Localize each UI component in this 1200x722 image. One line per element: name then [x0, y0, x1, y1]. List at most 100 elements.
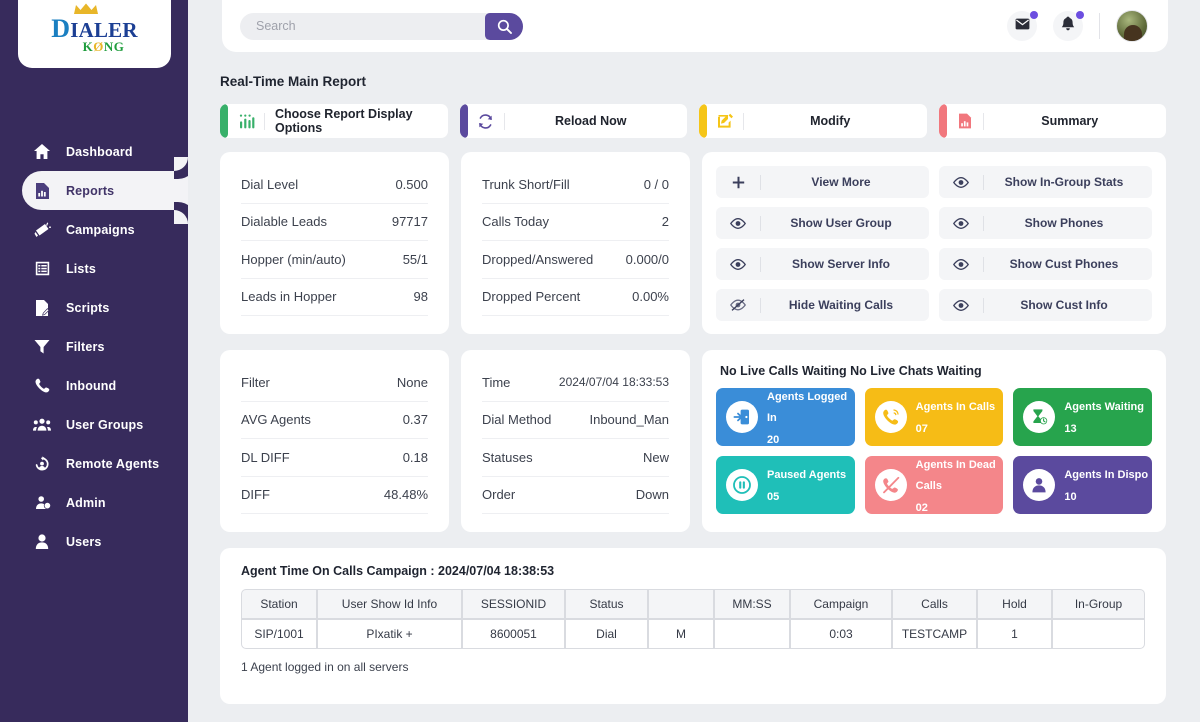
stat-value: Down	[636, 487, 669, 502]
sidebar-item-users[interactable]: Users	[0, 522, 188, 561]
agents-in-dispo-tile[interactable]: Agents In Dispo 10	[1013, 456, 1152, 514]
column-header-hold[interactable]: Hold	[977, 589, 1052, 619]
admin-gear-icon	[32, 495, 52, 511]
stat-row: DL DIFF 0.18	[241, 439, 428, 477]
accent-bar	[460, 104, 468, 138]
stats-card-time: Time 2024/07/04 18:33:53 Dial Method Inb…	[461, 350, 690, 532]
sidebar-item-campaigns[interactable]: Campaigns	[0, 210, 188, 249]
sidebar-item-label: Users	[66, 535, 102, 549]
search-icon	[497, 19, 512, 34]
modify-button[interactable]: Modify	[699, 104, 927, 138]
hourglass-clock-icon	[1023, 401, 1055, 433]
view-more-button[interactable]: View More	[716, 166, 929, 198]
kv-list: Filter None AVG Agents 0.37 DL DIFF 0.18…	[220, 350, 449, 514]
stat-value: 2024/07/04 18:33:53	[559, 375, 669, 389]
column-header-station[interactable]: Station	[241, 589, 317, 619]
stat-label: Dial Method	[482, 412, 551, 427]
sidebar-nav: Dashboard Reports Campaigns Lists Script	[0, 132, 188, 561]
stat-value: 0.37	[403, 412, 428, 427]
tile-text: Agents In Dead Calls 02	[916, 453, 1004, 518]
toggle-label: Show Cust Info	[984, 298, 1152, 312]
table-footnote: 1 Agent logged in on all servers	[220, 649, 1166, 674]
eye-icon	[939, 177, 983, 188]
column-header-blank[interactable]	[648, 589, 714, 619]
cell-in-group	[1052, 619, 1145, 649]
column-header-mmss[interactable]: MM:SS	[714, 589, 790, 619]
stats-card-calls: Trunk Short/Fill 0 / 0 Calls Today 2 Dro…	[461, 152, 690, 334]
stat-label: Dialable Leads	[241, 214, 327, 229]
sidebar-item-admin[interactable]: Admin	[0, 483, 188, 522]
messages-badge	[1030, 11, 1038, 19]
stat-value: 98	[414, 289, 428, 304]
column-header-sessionid[interactable]: SESSIONID	[462, 589, 565, 619]
agents-in-calls-tile[interactable]: Agents In Calls 07	[865, 388, 1004, 446]
table-title: Agent Time On Calls Campaign : 2024/07/0…	[220, 548, 1166, 578]
table-row[interactable]: SIP/1001 PIxatik + 8600051 Dial M 0:03 T…	[241, 619, 1145, 649]
column-header-calls[interactable]: Calls	[892, 589, 977, 619]
sidebar-item-label: Remote Agents	[66, 457, 159, 471]
sidebar-item-label: Campaigns	[66, 223, 135, 237]
sidebar-item-dashboard[interactable]: Dashboard	[0, 132, 188, 171]
tile-count: 02	[916, 502, 928, 514]
header-actions	[1007, 0, 1148, 52]
column-header-status[interactable]: Status	[565, 589, 648, 619]
sidebar-item-user-groups[interactable]: User Groups	[0, 405, 188, 444]
stat-value: 97717	[392, 214, 428, 229]
eye-icon	[939, 218, 983, 229]
brand-logo[interactable]: DIALER KØNG	[18, 0, 171, 68]
sidebar-item-reports[interactable]: Reports	[22, 171, 188, 210]
cell-hold: 1	[977, 619, 1052, 649]
agents-logged-in-tile[interactable]: Agents Logged In 20	[716, 388, 855, 446]
search-input[interactable]	[240, 14, 465, 39]
tile-text: Paused Agents 05	[767, 463, 846, 506]
stat-value: Inbound_Man	[589, 412, 669, 427]
stat-value: 0.500	[395, 177, 428, 192]
sidebar-item-label: Dashboard	[66, 145, 133, 159]
show-cust-phones-button[interactable]: Show Cust Phones	[939, 248, 1152, 280]
tile-label: Agents In Dispo	[1064, 469, 1148, 481]
cell-station: SIP/1001	[241, 619, 317, 649]
column-header-in-group[interactable]: In-Group	[1052, 589, 1145, 619]
stat-row: Dialable Leads 97717	[241, 204, 428, 242]
stat-label: Leads in Hopper	[241, 289, 336, 304]
stat-row: Filter None	[241, 364, 428, 402]
toolbar-label: Reload Now	[505, 114, 688, 128]
agents-in-dead-calls-tile[interactable]: Agents In Dead Calls 02	[865, 456, 1004, 514]
choose-report-display-options-button[interactable]: Choose Report Display Options	[220, 104, 448, 138]
stat-label: Trunk Short/Fill	[482, 177, 570, 192]
show-in-group-stats-button[interactable]: Show In-Group Stats	[939, 166, 1152, 198]
reload-now-button[interactable]: Reload Now	[460, 104, 688, 138]
notifications-button[interactable]	[1053, 11, 1083, 41]
display-toggles-grid: View More Show In-Group Stats Show User …	[702, 152, 1166, 335]
stats-card-dial: Dial Level 0.500 Dialable Leads 97717 Ho…	[220, 152, 449, 334]
accent-bar	[220, 104, 228, 138]
avatar[interactable]	[1116, 10, 1148, 42]
sidebar-item-scripts[interactable]: Scripts	[0, 288, 188, 327]
show-cust-info-button[interactable]: Show Cust Info	[939, 289, 1152, 321]
column-header-user-show-id-info[interactable]: User Show Id Info	[317, 589, 462, 619]
sidebar-item-lists[interactable]: Lists	[0, 249, 188, 288]
search-button[interactable]	[485, 13, 523, 40]
summary-button[interactable]: Summary	[939, 104, 1167, 138]
cell-blank: M	[648, 619, 714, 649]
bell-icon	[1061, 16, 1075, 36]
stat-row: Calls Today 2	[482, 204, 669, 242]
column-header-campaign[interactable]: Campaign	[790, 589, 892, 619]
hide-waiting-calls-button[interactable]: Hide Waiting Calls	[716, 289, 929, 321]
paused-agents-tile[interactable]: Paused Agents 05	[716, 456, 855, 514]
sidebar-item-inbound[interactable]: Inbound	[0, 366, 188, 405]
search-box[interactable]	[240, 13, 523, 40]
sidebar-item-filters[interactable]: Filters	[0, 327, 188, 366]
toggle-label: Show Phones	[984, 216, 1152, 230]
sidebar-item-remote-agents[interactable]: Remote Agents	[0, 444, 188, 483]
cell-calls: TESTCAMP	[892, 619, 977, 649]
show-user-group-button[interactable]: Show User Group	[716, 207, 929, 239]
stat-value: 0.00%	[632, 289, 669, 304]
show-phones-button[interactable]: Show Phones	[939, 207, 1152, 239]
messages-button[interactable]	[1007, 11, 1037, 41]
stat-label: Dial Level	[241, 177, 298, 192]
agents-waiting-tile[interactable]: Agents Waiting 13	[1013, 388, 1152, 446]
show-server-info-button[interactable]: Show Server Info	[716, 248, 929, 280]
sidebar-item-label: Inbound	[66, 379, 116, 393]
stat-row: AVG Agents 0.37	[241, 402, 428, 440]
